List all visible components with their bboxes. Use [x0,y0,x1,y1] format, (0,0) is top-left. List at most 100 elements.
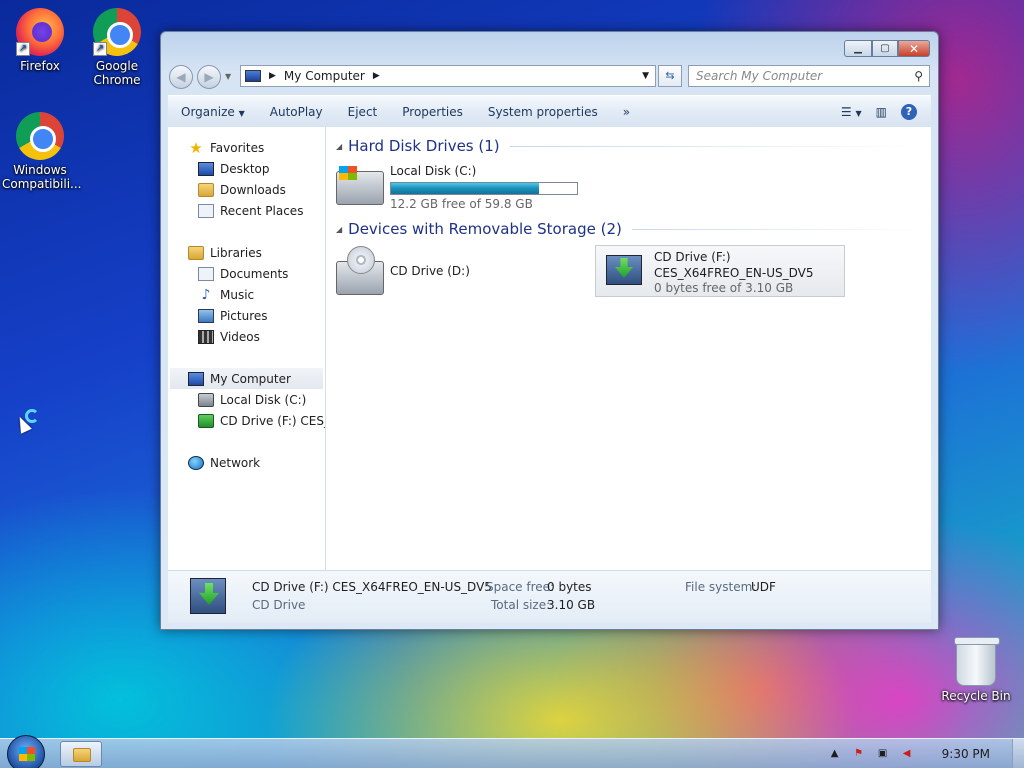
collapse-triangle-icon[interactable]: ◢ [336,225,342,234]
shortcut-arrow-icon: ↗ [93,42,107,56]
breadcrumb-my-computer[interactable]: My Computer [284,69,365,83]
autoplay-button[interactable]: AutoPlay [257,105,335,119]
star-icon: ★ [189,138,203,157]
shortcut-arrow-icon: ↗ [16,42,30,56]
busy-spinner-icon [25,409,39,423]
nav-label: Libraries [210,245,262,260]
drive-name: Local Disk (C:) [390,164,477,178]
more-commands-button[interactable]: » [610,105,642,119]
drive-tile-cd-drive-f[interactable]: CD Drive (F:) CES_X64FREO_EN-US_DV5 0 by… [595,245,845,297]
cd-drive-icon [198,413,214,428]
nav-downloads[interactable]: Downloads [168,179,325,200]
desktop-icon-label: Recycle Bin [941,689,1011,703]
hard-drive-icon [198,392,214,407]
nav-desktop[interactable]: Desktop [168,158,325,179]
taskbar: ▲ ⚑ ▣ ◀ 9:30 PM [0,735,1024,768]
file-system-label: File system: [685,580,757,594]
breadcrumb-chevron-icon[interactable]: ▶ [269,71,276,81]
close-button[interactable]: ✕ [898,40,930,57]
downloads-folder-icon [198,182,214,197]
breadcrumb-chevron-icon[interactable]: ▶ [373,71,380,81]
details-pane: CD Drive (F:) CES_X64FREO_EN-US_DV5 CD D… [168,570,931,623]
desktop-icon-windows-compatibility[interactable]: Windows Compatibili... [0,112,81,191]
organize-button[interactable]: Organize ▼ [168,105,257,119]
desktop-icon-chrome[interactable]: ↗ Google Chrome [77,8,157,87]
pictures-icon [198,308,214,323]
change-view-button[interactable]: ☰ ▼ [841,105,862,119]
computer-icon [188,371,204,386]
film-strip-icon [198,329,214,344]
nav-libraries[interactable]: Libraries [168,242,325,263]
details-type: CD Drive [252,598,306,612]
properties-button[interactable]: Properties [389,105,475,119]
nav-label: Recent Places [220,203,304,218]
view-controls: ☰ ▼ ▥ ? [841,103,931,120]
refresh-button[interactable]: ⇆ [658,65,682,87]
music-note-icon: ♪ [201,286,211,303]
nav-music[interactable]: ♪ Music [168,284,325,305]
show-desktop-button[interactable] [1012,739,1024,768]
start-button[interactable] [7,735,45,768]
hard-drive-icon [336,166,384,205]
drive-tile-cd-drive-d[interactable]: CD Drive (D:) [336,246,470,295]
nav-documents[interactable]: Documents [168,263,325,284]
maximize-button[interactable]: ▢ [872,40,898,57]
eject-button[interactable]: Eject [335,105,390,119]
nav-label: Pictures [220,308,268,323]
system-properties-button[interactable]: System properties [475,105,610,119]
minimize-button[interactable]: ▁ [844,40,872,57]
chevron-down-icon: ▼ [855,108,862,118]
drive-usage-fill [391,183,540,194]
documents-icon [198,266,214,281]
taskbar-explorer-button[interactable] [60,741,102,767]
drive-free-space: 12.2 GB free of 59.8 GB [390,197,533,211]
nav-videos[interactable]: Videos [168,326,325,347]
address-row: ◀ ▶ ▼ ▶ My Computer ▶ ▼ ⇆ Search My Comp… [169,65,930,89]
group-header-hard-disk-drives[interactable]: ◢ Hard Disk Drives (1) [336,135,925,157]
clock[interactable]: 9:30 PM [942,747,990,761]
search-input[interactable]: Search My Computer ⚲ [688,65,930,87]
nav-cd-drive-f[interactable]: CD Drive (F:) CES_X64FREO_EN-US_DV5 [168,410,325,431]
nav-network[interactable]: Network [168,452,325,473]
preview-pane-button[interactable]: ▥ [876,105,887,119]
volume-muted-icon[interactable]: ◀ [900,747,914,761]
nav-label: CD Drive (F:) CES_X64FREO_EN-US_DV5 [220,413,325,428]
nav-label: Desktop [220,161,270,176]
nav-label: Music [220,287,255,302]
show-hidden-icons-button[interactable]: ▲ [828,747,842,761]
desktop-icon-recycle-bin[interactable]: Recycle Bin [936,637,1016,703]
forward-button[interactable]: ▶ [197,65,221,89]
nav-local-disk[interactable]: Local Disk (C:) [168,389,325,410]
drive-name: CD Drive (D:) [390,264,470,278]
network-status-icon[interactable]: ▣ [876,747,890,761]
recent-pages-chevron-icon[interactable]: ▼ [225,72,231,81]
nav-pictures[interactable]: Pictures [168,305,325,326]
address-bar[interactable]: ▶ My Computer ▶ ▼ [240,65,656,87]
nav-favorites[interactable]: ★ Favorites [168,137,325,158]
nav-recent-places[interactable]: Recent Places [168,200,325,221]
space-free-value: 0 bytes [547,580,592,594]
computer-icon [245,70,261,82]
explorer-window: ▁ ▢ ✕ ◀ ▶ ▼ ▶ My Computer ▶ ▼ ⇆ Search M… [160,31,939,630]
desktop-icon-firefox[interactable]: ↗ Firefox [0,8,80,73]
file-system-value: UDF [751,580,776,594]
space-free-label: Space free: [486,580,555,594]
group-header-removable-storage[interactable]: ◢ Devices with Removable Storage (2) [336,218,925,240]
nav-my-computer[interactable]: My Computer [170,368,323,389]
search-icon[interactable]: ⚲ [914,66,923,86]
search-placeholder: Search My Computer [696,69,823,83]
drive-tile-local-disk-c[interactable]: Local Disk (C:) 12.2 GB free of 59.8 GB [336,163,578,212]
navigation-pane: ★ Favorites Desktop Downloads Recent Plac… [168,127,326,570]
cd-drive-f-icon [606,255,642,285]
collapse-triangle-icon[interactable]: ◢ [336,142,342,151]
address-dropdown-icon[interactable]: ▼ [642,71,649,81]
drive-volume-label: CES_X64FREO_EN-US_DV5 [654,266,814,280]
file-list: ◢ Hard Disk Drives (1) Local Disk (C:) 12… [326,127,931,570]
drive-usage-bar [390,182,578,195]
help-icon[interactable]: ? [901,103,917,120]
action-center-warning-icon[interactable]: ⚑ [852,747,866,761]
nav-label: Network [210,455,261,470]
desktop-icon [198,161,214,176]
back-button[interactable]: ◀ [169,65,193,89]
explorer-body: ★ Favorites Desktop Downloads Recent Plac… [168,127,931,570]
